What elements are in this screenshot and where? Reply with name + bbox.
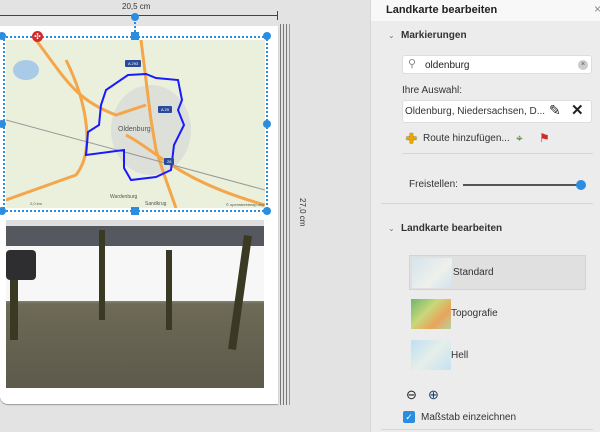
panel-title: Landkarte bearbeiten	[386, 4, 498, 16]
remove-icon[interactable]: ✕	[571, 101, 584, 119]
topografie-thumbnail	[411, 299, 451, 329]
search-value: oldenburg	[425, 60, 470, 71]
selection-value: Oldenburg, Niedersachsen, D...	[405, 106, 546, 117]
width-ruler	[0, 15, 278, 16]
style-label: Topografie	[451, 308, 498, 319]
width-ruler-end	[277, 11, 278, 20]
resize-handle[interactable]	[263, 207, 271, 215]
map-style-standard[interactable]: Standard	[409, 255, 586, 290]
chevron-down-icon[interactable]: ⌄	[388, 224, 395, 233]
edit-icon[interactable]: ✎	[549, 102, 561, 119]
map-section-header[interactable]: Landkarte bearbeiten	[401, 223, 502, 234]
scale-checkbox[interactable]: ✓	[403, 411, 415, 423]
height-label: 27,0 cm	[296, 198, 309, 227]
clear-search-icon[interactable]: ×	[578, 60, 588, 70]
resize-handle[interactable]	[131, 32, 139, 40]
fit-markers-icon[interactable]: ⌖	[516, 131, 523, 146]
hell-thumbnail	[411, 340, 451, 370]
zoom-in-icon[interactable]: ⊕	[428, 387, 439, 403]
house-photo[interactable]	[6, 220, 264, 388]
search-input[interactable]: ⚲ oldenburg ×	[402, 55, 592, 74]
crop-slider[interactable]	[463, 184, 580, 186]
markers-section-header[interactable]: Markierungen	[401, 30, 467, 41]
selection-frame[interactable]	[3, 36, 268, 212]
resize-handle[interactable]	[263, 32, 271, 40]
map-style-topografie[interactable]: Topografie	[409, 297, 586, 330]
resize-handle[interactable]	[263, 120, 271, 128]
style-label: Hell	[451, 350, 469, 361]
zoom-out-icon[interactable]: ⊖	[406, 387, 417, 403]
add-route-icon[interactable]: ✚	[406, 131, 417, 147]
delete-element-icon[interactable]: ✣	[32, 31, 43, 42]
selection-label: Ihre Auswahl:	[402, 85, 463, 96]
editor-canvas: 20,5 cm 27,0 cm A 293 A 29 28 Oldenburg …	[0, 0, 370, 432]
selection-field[interactable]: Oldenburg, Niedersachsen, D...	[402, 100, 592, 123]
close-icon[interactable]: ×	[594, 2, 600, 16]
width-label: 20,5 cm	[120, 2, 153, 11]
scale-checkbox-label[interactable]: Maßstab einzeichnen	[421, 412, 516, 423]
standard-thumbnail	[412, 258, 452, 288]
crop-slider-thumb[interactable]	[576, 180, 586, 190]
crop-label: Freistellen:	[409, 179, 458, 190]
search-icon: ⚲	[408, 58, 417, 70]
chevron-down-icon[interactable]: ⌄	[388, 31, 395, 40]
add-route-button[interactable]: Route hinzufügen...	[423, 133, 510, 144]
edit-map-panel: Landkarte bearbeiten × ⌄ Markierungen ⚲ …	[370, 0, 600, 432]
rotate-handle[interactable]	[131, 13, 139, 21]
map-style-hell[interactable]: Hell	[409, 338, 586, 371]
map-markers-icon[interactable]: ⚑	[539, 131, 550, 145]
style-label: Standard	[453, 267, 494, 278]
resize-handle[interactable]	[131, 207, 139, 215]
